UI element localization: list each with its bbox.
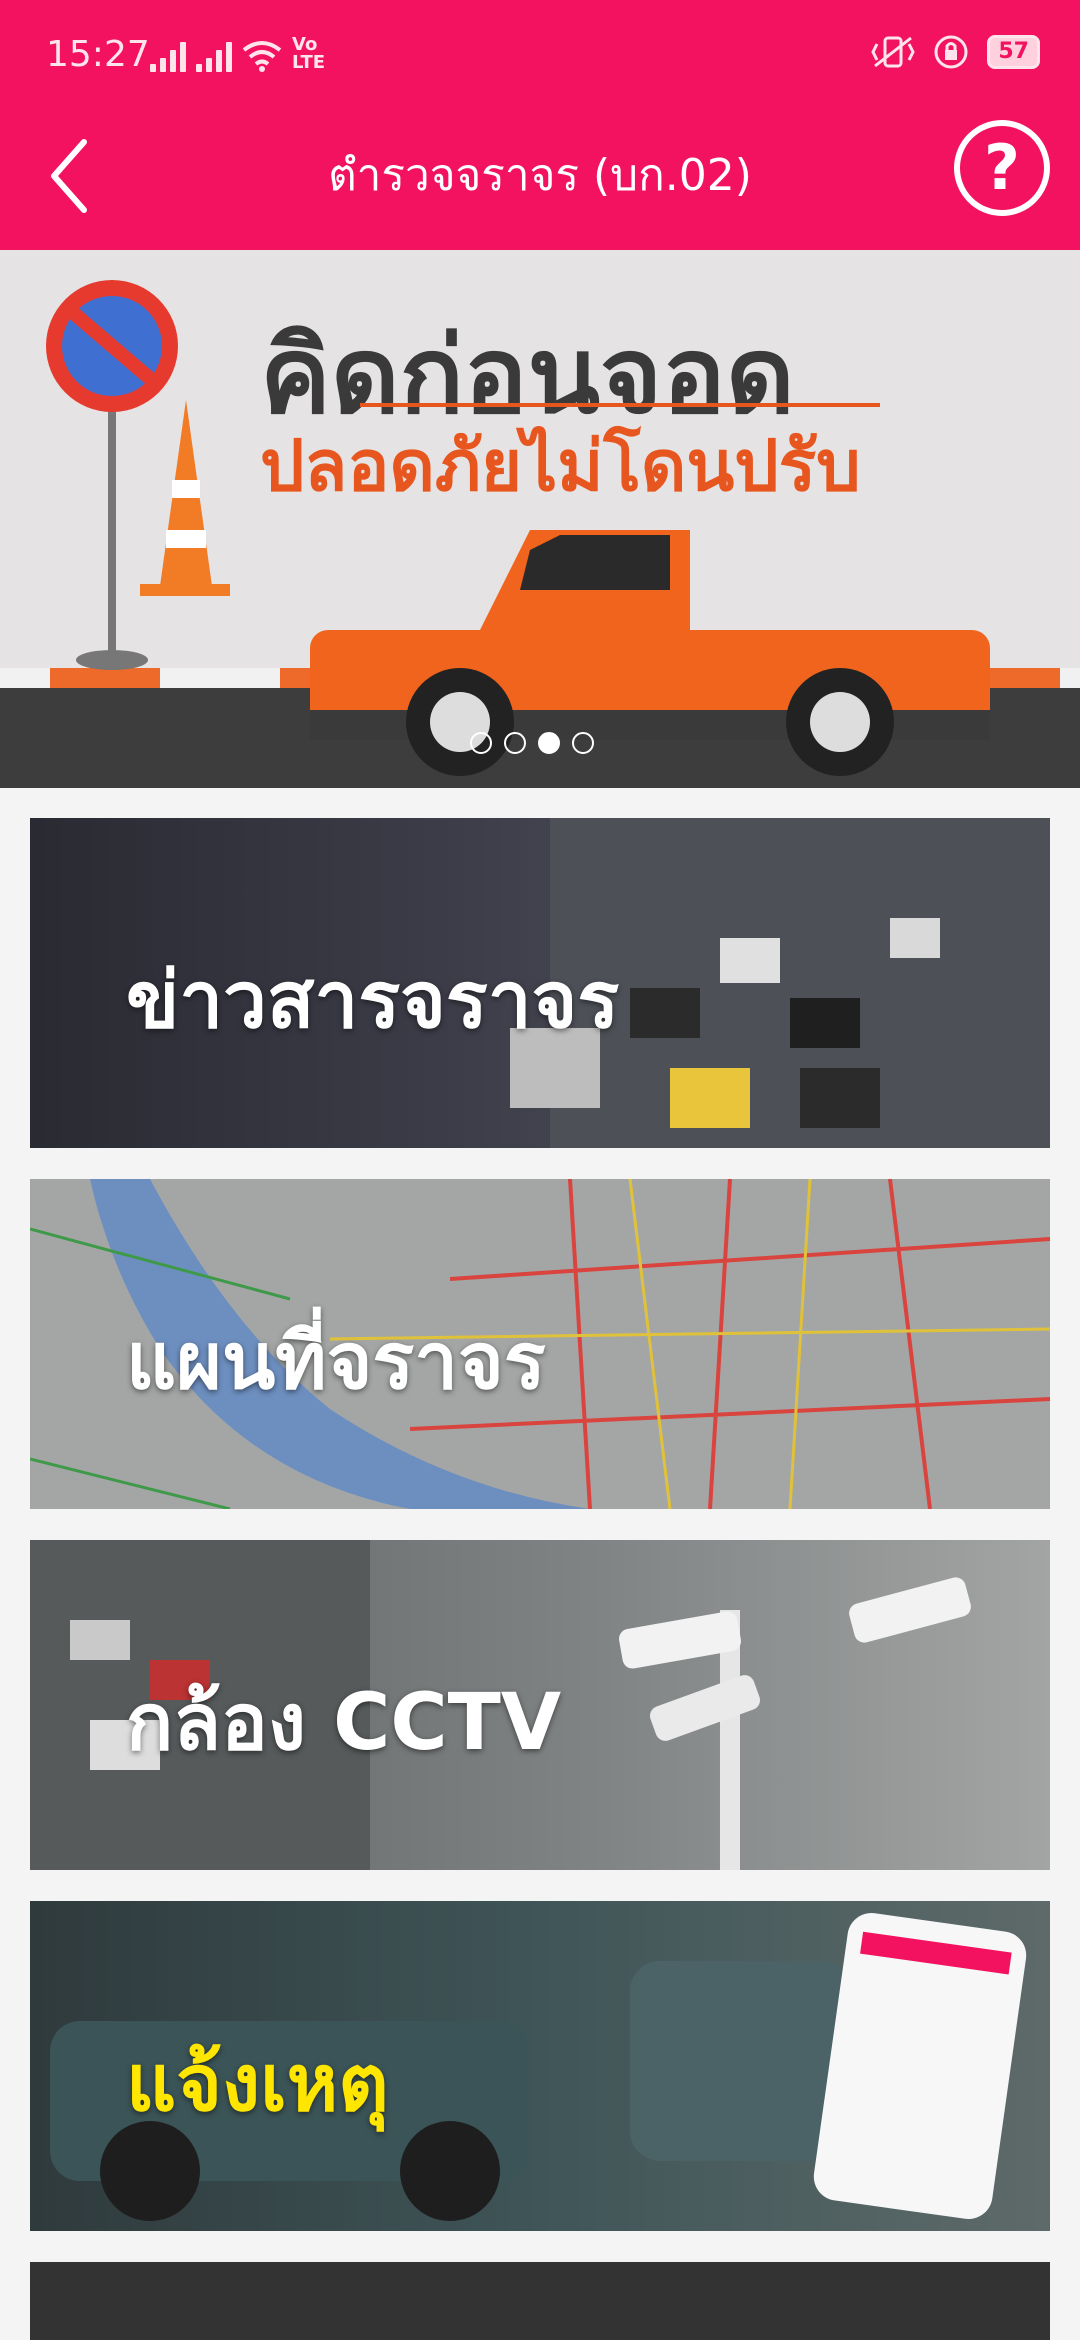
app-bar: ตำรวจจราจร (บก.02) ? bbox=[0, 110, 1080, 250]
card-label: ข่าวสารจราจร bbox=[126, 956, 620, 1046]
menu-card-report-incident[interactable]: แจ้งเหตุ bbox=[30, 1901, 1050, 2231]
signal-icon bbox=[196, 40, 232, 72]
back-button[interactable] bbox=[38, 136, 118, 216]
card-label: แจ้งเหตุ bbox=[126, 2039, 389, 2129]
menu-card-cctv[interactable]: กล้อง CCTV bbox=[30, 1540, 1050, 1870]
wifi-icon bbox=[242, 41, 282, 72]
lock-rotation-icon bbox=[934, 35, 968, 69]
carousel-indicator bbox=[470, 732, 594, 754]
carousel-dot[interactable] bbox=[572, 732, 594, 754]
carousel-dot[interactable] bbox=[504, 732, 526, 754]
network-type: Vo LTE bbox=[292, 34, 326, 73]
vibrate-icon bbox=[871, 36, 916, 68]
signal-indicators: Vo LTE bbox=[150, 36, 342, 72]
carousel-dot-active[interactable] bbox=[538, 732, 560, 754]
status-right: 57 bbox=[871, 34, 1040, 70]
battery-indicator: 57 bbox=[987, 35, 1040, 69]
help-button[interactable]: ? bbox=[954, 120, 1050, 216]
carousel-dot[interactable] bbox=[470, 732, 492, 754]
status-time: 15:27 bbox=[46, 34, 150, 75]
chevron-left-icon bbox=[51, 139, 87, 213]
banner-carousel[interactable]: คิดก่อนจอด ปลอดภัยไม่โดนปรับ bbox=[0, 250, 1080, 788]
banner-divider bbox=[360, 403, 880, 407]
banner-subheadline: ปลอดภัยไม่โดนปรับ bbox=[260, 425, 861, 507]
menu-card-partial[interactable] bbox=[30, 2262, 1050, 2340]
menu-card-traffic-map[interactable]: แผนที่จราจร bbox=[30, 1179, 1050, 1509]
signal-icon bbox=[150, 40, 186, 72]
card-label: กล้อง CCTV bbox=[126, 1678, 562, 1768]
status-bar: 15:27 Vo LTE 57 bbox=[0, 0, 1080, 110]
card-label: แผนที่จราจร bbox=[126, 1317, 546, 1407]
page-title: ตำรวจจราจร (บก.02) bbox=[328, 150, 752, 201]
menu-card-traffic-news[interactable]: ข่าวสารจราจร bbox=[30, 818, 1050, 1148]
